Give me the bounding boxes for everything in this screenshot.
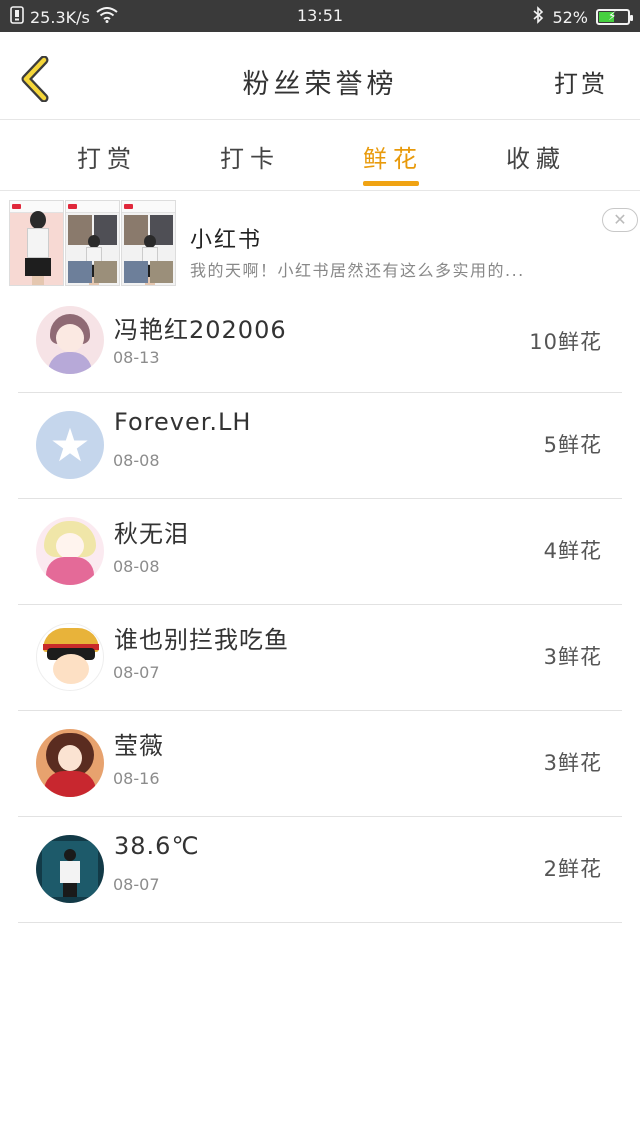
fan-name: Forever.LH [114,408,252,436]
fan-row[interactable]: 冯艳红202006 08-13 10鲜花 [18,298,622,393]
flower-count: 5鲜花 [543,433,602,457]
page-title: 粉丝荣誉榜 [242,69,398,100]
fan-name: 莹薇 [114,732,164,760]
status-right: 52% ⚡ [532,6,633,28]
tab-checkin[interactable]: 打卡 [190,139,310,174]
tab-flowers[interactable]: 鲜花 [333,139,453,174]
bluetooth-icon [532,6,544,28]
fan-name: 冯艳红202006 [114,316,287,344]
status-bar: 25.3K/s 13:51 52% ⚡ [0,0,640,32]
flower-count: 3鲜花 [543,645,602,669]
fan-date: 08-07 [113,875,160,894]
flower-count: 4鲜花 [543,539,602,563]
avatar[interactable] [36,835,104,903]
fan-name: 谁也别拦我吃鱼 [114,626,289,654]
charging-icon: ⚡ [608,9,617,23]
avatar[interactable] [36,306,104,374]
battery-percent: 52% [552,7,588,27]
fan-list: 冯艳红202006 08-13 10鲜花 ★ Forever.LH 08-08 … [18,298,622,923]
avatar[interactable] [36,517,104,585]
avatar[interactable] [36,623,104,691]
active-tab-indicator [363,181,419,186]
tab-bar: 打赏 打卡 鲜花 收藏 [0,121,640,191]
fan-row[interactable]: 谁也别拦我吃鱼 08-07 3鲜花 [18,605,622,711]
fan-date: 08-16 [113,769,160,788]
fan-date: 08-13 [113,348,160,367]
avatar[interactable]: ★ [36,411,104,479]
fan-name: 秋无泪 [114,520,189,548]
ad-title: 小红书 [190,228,263,253]
ad-thumbnail [121,200,176,286]
flower-count: 10鲜花 [529,330,602,354]
flower-count: 2鲜花 [543,857,602,881]
fan-date: 08-08 [113,451,160,470]
close-icon[interactable]: ✕ [602,208,638,232]
fan-name: 38.6℃ [114,832,200,860]
fan-date: 08-07 [113,663,160,682]
ad-thumbnail [65,200,120,286]
top-nav: 粉丝荣誉榜 打赏 [0,32,640,120]
reward-button[interactable]: 打赏 [554,64,608,99]
fan-row[interactable]: ★ Forever.LH 08-08 5鲜花 [18,393,622,499]
ad-thumbnail [9,200,64,286]
flower-count: 3鲜花 [543,751,602,775]
fan-row[interactable]: 秋无泪 08-08 4鲜花 [18,499,622,605]
ad-banner[interactable]: 小红书 我的天啊！小红书居然还有这么多实用的... [0,192,640,298]
battery-icon: ⚡ [596,9,633,25]
fan-date: 08-08 [113,557,160,576]
ad-description: 我的天啊！小红书居然还有这么多实用的... [190,261,525,280]
fan-row[interactable]: 38.6℃ 08-07 2鲜花 [18,817,622,923]
tab-reward[interactable]: 打赏 [47,139,167,174]
tab-favorites[interactable]: 收藏 [476,139,596,174]
ad-thumbnails [9,200,176,286]
fan-row[interactable]: 莹薇 08-16 3鲜花 [18,711,622,817]
avatar[interactable] [36,729,104,797]
